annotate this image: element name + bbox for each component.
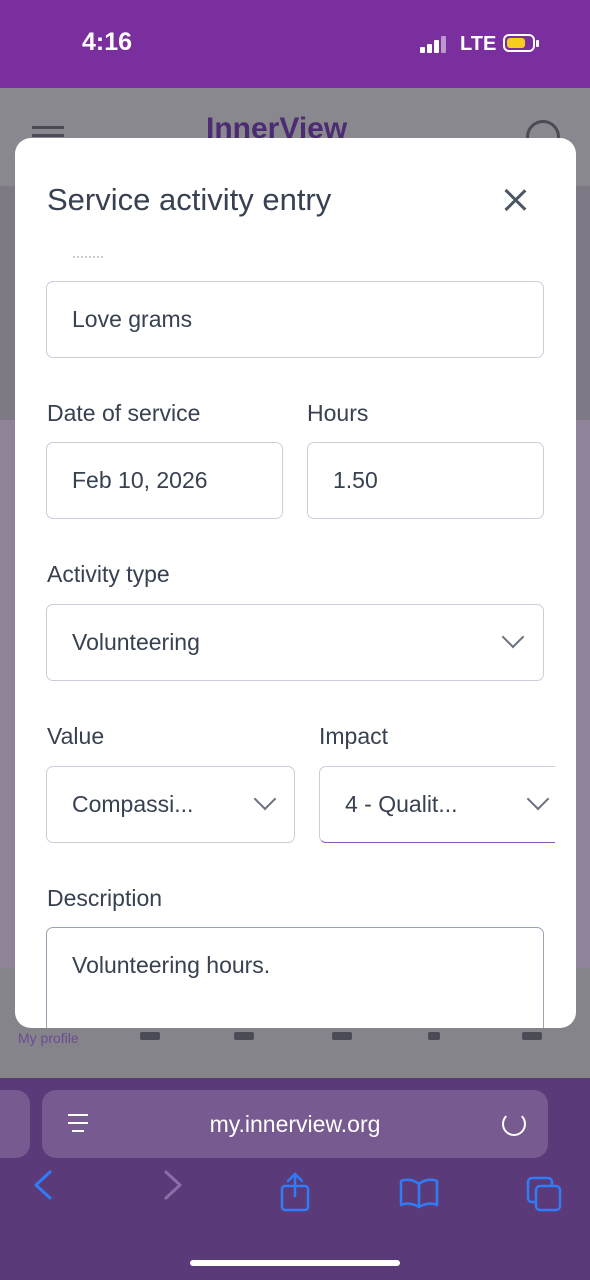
home-indicator [190,1260,400,1266]
reload-icon[interactable] [502,1112,526,1136]
my-profile-nav-label: My profile [18,1030,79,1046]
close-icon[interactable] [501,186,529,214]
value-select-value: Compassi... [72,791,194,817]
status-time: 4:16 [82,28,133,56]
activity-type-value: Volunteering [72,629,200,655]
date-of-service-value: Feb 10, 2026 [72,467,208,493]
inbox-icon [332,1032,352,1040]
status-bar: 4:16 LTE [0,0,590,88]
url-text: my.innerview.org [209,1111,381,1137]
globe-icon [522,1032,542,1040]
value-label: Value [47,723,105,749]
network-label: LTE [460,33,497,55]
tabs-icon[interactable] [526,1176,564,1214]
chevron-down-icon [526,787,550,811]
back-icon[interactable] [28,1168,58,1202]
bookmarks-icon[interactable] [398,1176,440,1210]
person-icon [428,1032,440,1040]
modal-title: Service activity entry [47,182,332,217]
address-bar[interactable]: my.innerview.org [42,1090,548,1158]
scrolled-label-remnant [73,256,103,260]
chevron-down-icon [253,787,277,811]
description-value: Volunteering hours. [72,952,271,978]
previous-tab-preview[interactable] [0,1090,30,1158]
activity-type-label: Activity type [47,561,170,587]
service-activity-modal: Service activity entry Love grams Date o… [15,138,576,1028]
impact-select[interactable]: 4 - Qualit... [319,766,555,843]
hours-value: 1.50 [333,467,378,493]
impact-label: Impact [319,723,389,749]
description-textarea[interactable]: Volunteering hours. [46,927,544,1028]
date-of-service-input[interactable]: Feb 10, 2026 [46,442,283,519]
chevron-down-icon [501,625,525,649]
description-label: Description [47,885,163,911]
value-select[interactable]: Compassi... [46,766,295,843]
activity-name-input[interactable]: Love grams [46,281,544,358]
hours-label: Hours [307,400,369,426]
share-icon[interactable] [278,1172,312,1214]
activity-type-select[interactable]: Volunteering [46,604,544,681]
date-of-service-label: Date of service [47,400,201,426]
impact-select-value: 4 - Qualit... [345,791,458,817]
signal-icon [420,35,450,53]
battery-icon [503,34,539,52]
calendar-icon [234,1032,254,1040]
hours-input[interactable]: 1.50 [307,442,544,519]
forward-icon[interactable] [158,1168,188,1202]
activity-name-value: Love grams [72,306,193,332]
gear-icon [140,1032,160,1040]
